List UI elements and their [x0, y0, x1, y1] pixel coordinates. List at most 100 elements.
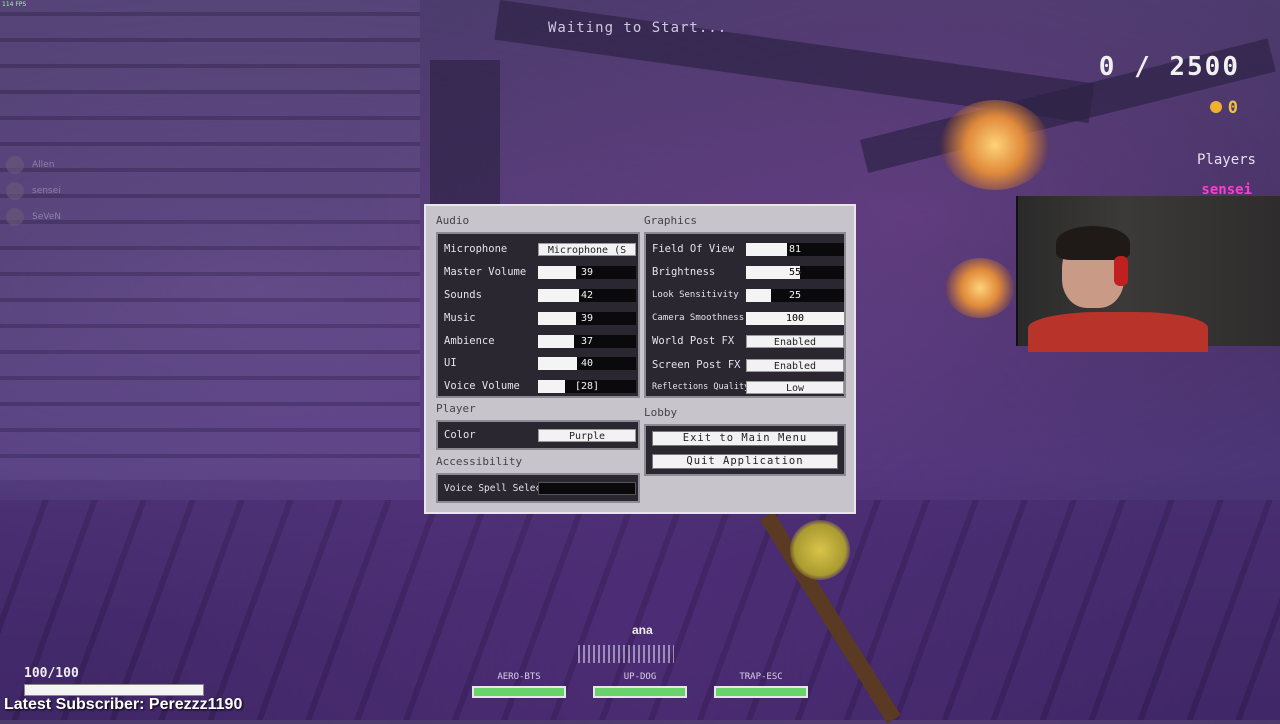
ui-row: UI 40 [444, 354, 636, 372]
graphics-group: Field Of View 81 Brightness 55 Look Sens… [644, 232, 846, 398]
slider-label: Ambience [444, 335, 495, 347]
slider-value: 25 [788, 289, 802, 301]
slider-value: 42 [580, 289, 594, 301]
webcam-overlay [1016, 196, 1280, 352]
stone-wall [0, 0, 420, 480]
screen-post-fx-label: Screen Post FX [652, 359, 741, 371]
score-counter: 0 / 2500 [1098, 52, 1240, 82]
voice-volume-slider[interactable]: [28] [538, 379, 636, 393]
slider-value: 55 [788, 266, 802, 278]
status-text: Waiting to Start... [548, 20, 728, 36]
fov-slider[interactable]: 81 [746, 242, 844, 256]
voice-spell-label: Voice Spell Select [444, 482, 547, 494]
speaker-name: ana [632, 623, 653, 637]
music-row: Music 39 [444, 309, 636, 327]
exit-to-main-menu-button[interactable]: Exit to Main Menu [652, 431, 838, 446]
fov-row: Field Of View 81 [652, 240, 844, 258]
spell-cooldown-bar [593, 686, 687, 698]
look-sensitivity-slider[interactable]: 25 [746, 288, 844, 302]
reflections-select[interactable]: Low [746, 380, 844, 394]
slider-value: 37 [580, 335, 594, 347]
chat-row: Allen [6, 152, 61, 178]
webcam-body [1028, 312, 1208, 352]
spell-slot: UP-DOG [593, 672, 687, 698]
microphone-row: Microphone Microphone (S [444, 240, 636, 258]
lobby-title: Lobby [644, 406, 678, 419]
color-select[interactable]: Purple [538, 428, 636, 442]
slider-value: 100 [785, 312, 805, 324]
accessibility-group: Voice Spell Select [436, 473, 640, 503]
microphone-select[interactable]: Microphone (S [538, 242, 636, 256]
lobby-group: Exit to Main Menu Quit Application [644, 424, 846, 476]
voice-spell-field[interactable] [538, 481, 636, 495]
music-slider[interactable]: 39 [538, 311, 636, 325]
sounds-slider[interactable]: 42 [538, 288, 636, 302]
spell-slot: TRAP-ESC [714, 672, 808, 698]
sounds-row: Sounds 42 [444, 286, 636, 304]
slider-value: 39 [580, 266, 594, 278]
slider-value: 81 [788, 243, 802, 255]
voice-spell-row: Voice Spell Select [444, 479, 636, 497]
slider-value: 40 [580, 357, 594, 369]
camera-smoothness-slider[interactable]: 100 [746, 311, 844, 325]
slider-value: 39 [580, 312, 594, 324]
camera-smoothness-row: Camera Smoothness 100 [652, 309, 844, 327]
master-volume-row: Master Volume 39 [444, 263, 636, 281]
webcam-hair [1056, 226, 1130, 260]
health-text: 100/100 [24, 666, 79, 681]
voice-waveform [578, 645, 674, 663]
settings-panel: Audio Microphone Microphone (S Master Vo… [424, 204, 856, 514]
color-label: Color [444, 429, 476, 441]
screen-post-fx-row: Screen Post FX Enabled [652, 356, 844, 374]
slider-label: Voice Volume [444, 380, 520, 392]
world-post-fx-toggle[interactable]: Enabled [746, 334, 844, 348]
spell-cooldown-bar [714, 686, 808, 698]
latest-subscriber-banner: Latest Subscriber: Perezzz1190 [4, 696, 243, 713]
chat-name: SeVeN [32, 212, 61, 222]
fps-counter: 114 FPS [2, 1, 27, 8]
lantern [945, 258, 1015, 318]
master-volume-slider[interactable]: 39 [538, 265, 636, 279]
voice-chat-list: Allen sensei SeVeN [6, 152, 61, 230]
quit-application-button[interactable]: Quit Application [652, 454, 838, 469]
coin-value: 0 [1227, 98, 1238, 118]
screen-post-fx-toggle[interactable]: Enabled [746, 358, 844, 372]
reflections-label: Reflections Quality [652, 382, 750, 392]
slider-label: Sounds [444, 289, 482, 301]
world-post-fx-row: World Post FX Enabled [652, 332, 844, 350]
spell-slot-label: TRAP-ESC [739, 672, 783, 682]
avatar [6, 182, 24, 200]
slider-label: Look Sensitivity [652, 290, 739, 300]
lantern [940, 100, 1050, 190]
voice-volume-row: Voice Volume [28] [444, 377, 636, 395]
ambience-row: Ambience 37 [444, 332, 636, 350]
ambience-slider[interactable]: 37 [538, 334, 636, 348]
audio-title: Audio [436, 214, 470, 227]
player-title: Player [436, 402, 476, 415]
staff-leaf [790, 520, 850, 580]
spell-cooldown-bar [472, 686, 566, 698]
chat-name: sensei [32, 186, 61, 196]
brightness-slider[interactable]: 55 [746, 265, 844, 279]
slider-label: Master Volume [444, 266, 527, 278]
chat-name: Allen [32, 160, 55, 170]
players-title: Players [1196, 152, 1256, 168]
accessibility-title: Accessibility [436, 455, 523, 468]
slider-value: [28] [574, 380, 600, 392]
spell-slot-label: UP-DOG [623, 672, 657, 682]
health-bar [24, 684, 204, 696]
slider-label: Field Of View [652, 243, 735, 255]
slider-label: UI [444, 357, 457, 369]
avatar [6, 156, 24, 174]
ui-slider[interactable]: 40 [538, 356, 636, 370]
chat-row: sensei [6, 178, 61, 204]
chat-row: SeVeN [6, 204, 61, 230]
color-row: Color Purple [444, 426, 636, 444]
spell-slot-label: AERO-BTS [497, 672, 541, 682]
coin-icon [1209, 101, 1222, 113]
slider-label: Music [444, 312, 476, 324]
graphics-title: Graphics [644, 214, 697, 227]
microphone-label: Microphone [444, 243, 508, 255]
headset-icon [1114, 256, 1128, 286]
look-sensitivity-row: Look Sensitivity 25 [652, 286, 844, 304]
